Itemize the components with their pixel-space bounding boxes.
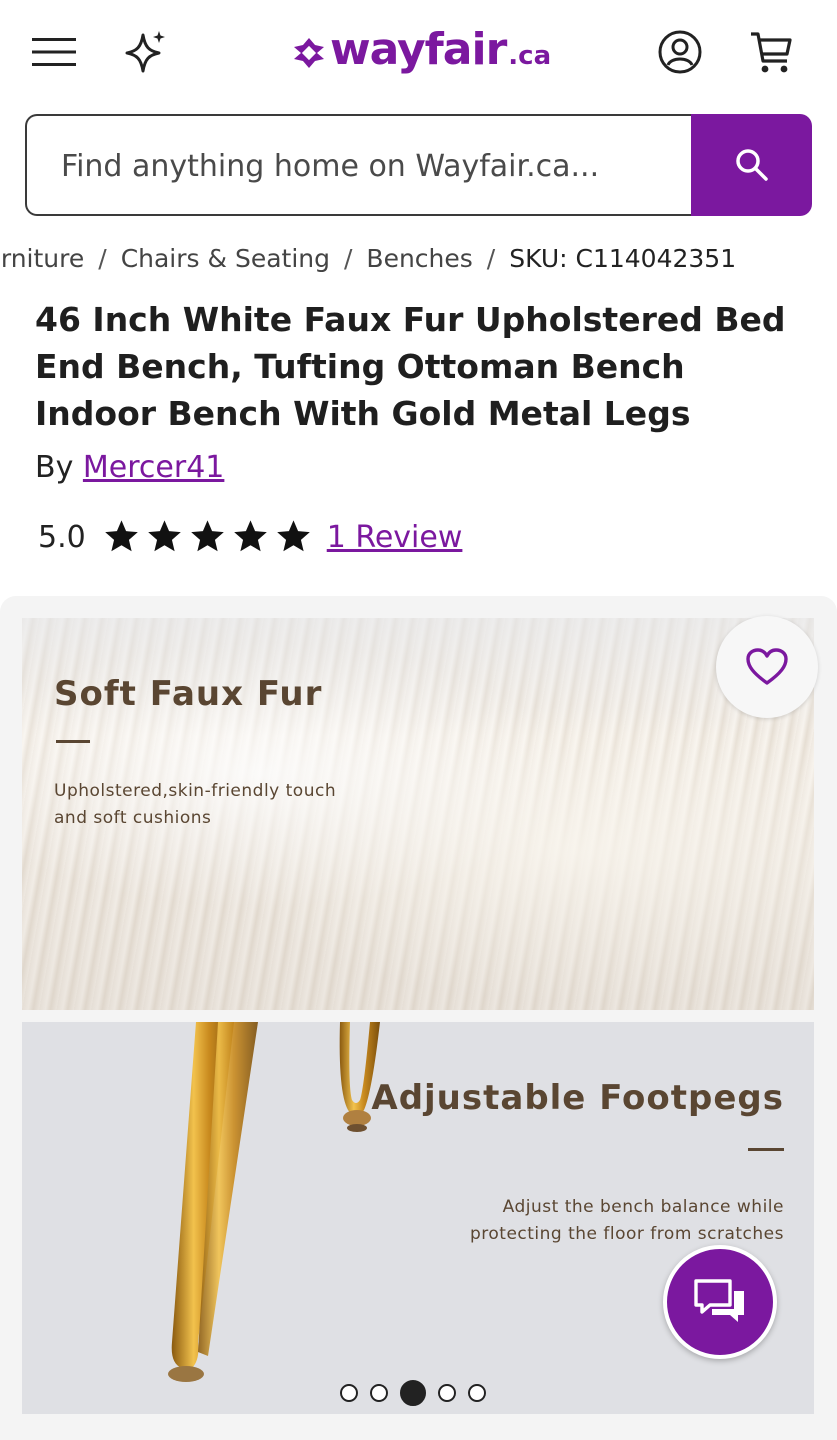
logo-word: wayfair [330,24,507,75]
star-icon [276,520,310,552]
cart-icon[interactable] [744,26,798,78]
star-icon [233,520,267,552]
wayfair-logo[interactable]: wayfair .ca [292,24,551,80]
heart-icon [746,648,788,685]
pagination-dot-2[interactable] [370,1384,388,1402]
product-title: 46 Inch White Faux Fur Upholstered Bed E… [35,300,786,433]
pagination-dot-3[interactable] [400,1380,426,1406]
reviews-link[interactable]: 1 Review [327,520,463,555]
sparkle-icon[interactable] [118,26,172,78]
star-rating [102,518,313,556]
breadcrumb-benches[interactable]: Benches [366,244,472,273]
breadcrumb-separator: / [343,244,353,273]
wayfair-logo-mark-icon [294,38,324,68]
sku-label: SKU: C114042351 [509,244,737,273]
breadcrumb-separator: / [486,244,496,273]
chat-bubbles-icon [694,1279,744,1322]
star-icon [104,520,138,552]
heading-divider [748,1148,784,1151]
rating-row: 5.0 1 Review [38,512,462,562]
pagination-dot-1[interactable] [340,1384,358,1402]
footpegs-subtext: Adjust the bench balance while protectin… [469,1197,784,1244]
breadcrumb-separator: / [98,244,107,273]
logo-tld: .ca [508,41,552,71]
breadcrumb: Furniture / Chairs & Seating / Benches / SKU: … [0,238,837,282]
search-icon [735,149,768,181]
star-icon [190,520,224,552]
faux-fur-heading: Soft Faux Fur [54,674,323,714]
by-label: By [35,450,74,485]
breadcrumb-furniture[interactable]: Furniture [0,244,84,273]
favorite-button[interactable] [716,616,818,718]
search-bar [25,114,812,216]
brand-byline: By Mercer41 [35,450,224,485]
pagination-dot-5[interactable] [468,1384,486,1402]
search-button[interactable] [691,114,812,216]
search-input[interactable] [59,142,683,190]
faux-fur-subtext: Upholstered,skin-friendly touch and soft… [54,781,337,828]
heading-divider [56,740,90,743]
hamburger-menu-icon[interactable] [26,28,82,76]
pagination-dot-4[interactable] [438,1384,456,1402]
breadcrumb-chairs-seating[interactable]: Chairs & Seating [121,244,330,273]
account-icon[interactable] [654,26,706,78]
gallery-pagination [340,1380,486,1406]
top-bar: wayfair .ca [0,0,837,100]
chat-button[interactable] [663,1245,777,1359]
rating-score: 5.0 [38,519,86,555]
brand-link[interactable]: Mercer41 [83,450,224,485]
star-icon [147,520,181,552]
faux-fur-image: Soft Faux Fur Upholstered,skin-friendly … [22,618,814,1010]
search-box [25,114,691,216]
footpegs-heading: Adjustable Footpegs [371,1078,784,1118]
footpegs-image: Adjustable Footpegs Adjust the bench bal… [22,1022,814,1414]
